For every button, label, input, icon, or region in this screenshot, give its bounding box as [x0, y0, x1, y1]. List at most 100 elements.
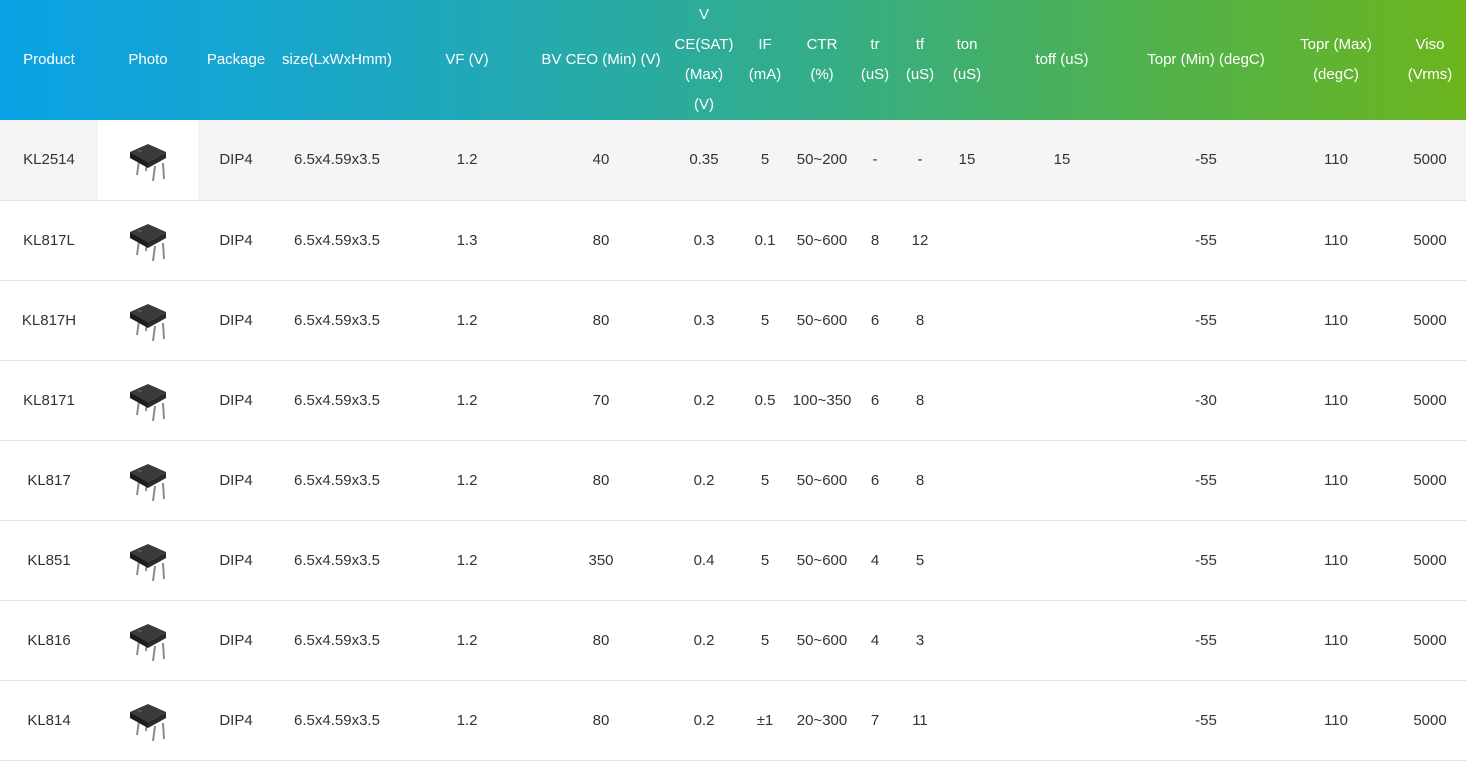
- toff-cell: [990, 200, 1134, 280]
- product-cell: KL2514: [0, 120, 98, 200]
- column-header-bv-ceo: BV CEO (Min) (V): [534, 0, 668, 120]
- topr-max-cell: 110: [1324, 311, 1348, 329]
- tr-cell: 7: [870, 711, 880, 729]
- size-cell: 6.5x4.59x3.5: [294, 631, 380, 649]
- product-cell: KL817L: [23, 231, 75, 249]
- topr-min-cell: -55: [1195, 551, 1217, 569]
- product-cell: KL8171: [23, 391, 75, 409]
- ctr-cell: 20~300: [796, 711, 848, 729]
- vf-cell: 1.2: [456, 471, 478, 489]
- dip4-chip-icon: [126, 304, 170, 342]
- ton-cell: 15: [944, 120, 990, 200]
- product-cell: KL851: [27, 551, 71, 569]
- column-header-label: Package: [206, 51, 266, 68]
- if-cell: ±1: [756, 711, 774, 729]
- column-header-ton: ton (uS): [944, 0, 990, 120]
- column-header-label: (V): [694, 96, 714, 113]
- size-cell: 6.5x4.59x3.5: [294, 311, 380, 329]
- photo-cell: [98, 120, 198, 200]
- bv-ceo-cell: 70: [592, 391, 610, 409]
- topr-min-cell: -55: [1195, 231, 1217, 249]
- ton-cell: [944, 440, 990, 520]
- vce-sat-cell: 0.2: [693, 471, 715, 489]
- column-header-topr-max: Topr (Max) (degC): [1278, 0, 1394, 120]
- toff-cell: [990, 280, 1134, 360]
- column-header-label: Topr (Max): [1300, 36, 1372, 53]
- column-header-tf: tf (uS): [896, 0, 944, 120]
- column-header-label: Topr (Min) (degC): [1147, 51, 1265, 68]
- size-cell: 6.5x4.59x3.5: [294, 231, 380, 249]
- ton-cell: [944, 360, 990, 440]
- ton-cell: [944, 680, 990, 760]
- column-header-package: Package: [198, 0, 274, 120]
- vce-sat-cell: 0.3: [693, 311, 715, 329]
- column-header-label: (Vrms): [1407, 66, 1453, 83]
- table-row: KL817 DIP4 6.5x4.59x3.5 1.2 80 0.2 5 50~600 6 8 -5…: [0, 440, 1466, 520]
- vf-cell: 1.2: [456, 551, 478, 569]
- bv-ceo-cell: 80: [592, 471, 610, 489]
- size-cell: 6.5x4.59x3.5: [274, 120, 400, 200]
- tr-cell: 6: [870, 311, 880, 329]
- ton-cell: [944, 280, 990, 360]
- table-row: KL817L DIP4 6.5x4.59x3.5 1.3 80 0.3 0.1 50~600 8…: [0, 200, 1466, 280]
- column-header-label: size(LxWxHmm): [282, 51, 392, 68]
- column-header-label: VF (V): [445, 51, 489, 68]
- tr-cell: 8: [870, 231, 880, 249]
- table-row: KL8171 DIP4 6.5x4.59x3.5 1.2 70 0.2 0.5 100~350…: [0, 360, 1466, 440]
- package-cell: DIP4: [198, 120, 274, 200]
- column-header-label: (degC): [1313, 66, 1359, 83]
- tf-cell: 5: [915, 551, 925, 569]
- tr-cell: 6: [870, 391, 880, 409]
- package-cell: DIP4: [219, 471, 253, 489]
- tf-cell: 8: [915, 391, 925, 409]
- if-cell: 5: [760, 551, 770, 569]
- column-header-vce-sat: V CE(SAT) (Max) (V): [668, 0, 740, 120]
- size-cell: 6.5x4.59x3.5: [294, 391, 380, 409]
- dip4-chip-icon: [126, 384, 170, 422]
- bv-ceo-cell: 80: [592, 711, 610, 729]
- toff-cell: [990, 520, 1134, 600]
- column-header-label: (uS): [905, 66, 935, 83]
- photo-cell: [98, 200, 198, 280]
- topr-max-cell: 110: [1324, 551, 1348, 569]
- column-header-tr: tr (uS): [854, 0, 896, 120]
- package-cell: DIP4: [219, 711, 253, 729]
- ctr-cell: 50~600: [796, 631, 848, 649]
- column-header-label: (%): [810, 66, 834, 83]
- table-row: KL2514 DIP4 6.5x4.59x3.5 1.2 40 0.35 5 50~200- -…: [0, 120, 1466, 200]
- table-row: KL816 DIP4 6.5x4.59x3.5 1.2 80 0.2 5 50~600 4 3 -5…: [0, 600, 1466, 680]
- photo-cell: [98, 520, 198, 600]
- photo-cell: [98, 360, 198, 440]
- vce-sat-cell: 0.2: [693, 391, 715, 409]
- vf-cell: 1.2: [456, 391, 478, 409]
- toff-cell: [990, 360, 1134, 440]
- table-header-row: Product Photo Package size(LxWxHmm) VF (V) BV…: [0, 0, 1466, 120]
- viso-cell: 5000: [1413, 391, 1447, 409]
- topr-min-cell: -55: [1195, 711, 1217, 729]
- dip4-chip-icon: [126, 624, 170, 662]
- dip4-chip-icon: [126, 464, 170, 502]
- column-header-label: IF: [758, 36, 772, 53]
- package-cell: DIP4: [219, 391, 253, 409]
- topr-max-cell: 110: [1324, 631, 1348, 649]
- topr-min-cell: -30: [1195, 391, 1217, 409]
- viso-cell: 5000: [1413, 711, 1447, 729]
- product-cell: KL817: [27, 471, 71, 489]
- package-cell: DIP4: [219, 311, 253, 329]
- vf-cell: 1.3: [456, 231, 478, 249]
- column-header-label: tf: [915, 36, 925, 53]
- ctr-cell: 50~200: [790, 120, 854, 200]
- topr-max-cell: 110: [1324, 391, 1348, 409]
- tr-cell: 4: [870, 551, 880, 569]
- ton-cell: [944, 200, 990, 280]
- column-header-label: BV CEO (Min) (V): [541, 51, 661, 68]
- tf-cell: 12: [911, 231, 929, 249]
- column-header-label: Product: [23, 51, 75, 68]
- bv-ceo-cell: 350: [588, 551, 614, 569]
- column-header-label: V: [698, 6, 709, 23]
- package-cell: DIP4: [219, 551, 253, 569]
- viso-cell: 5000: [1413, 551, 1447, 569]
- viso-cell: 5000: [1413, 471, 1447, 489]
- column-header-label: Photo: [128, 51, 168, 68]
- column-header-label: tr: [870, 36, 880, 53]
